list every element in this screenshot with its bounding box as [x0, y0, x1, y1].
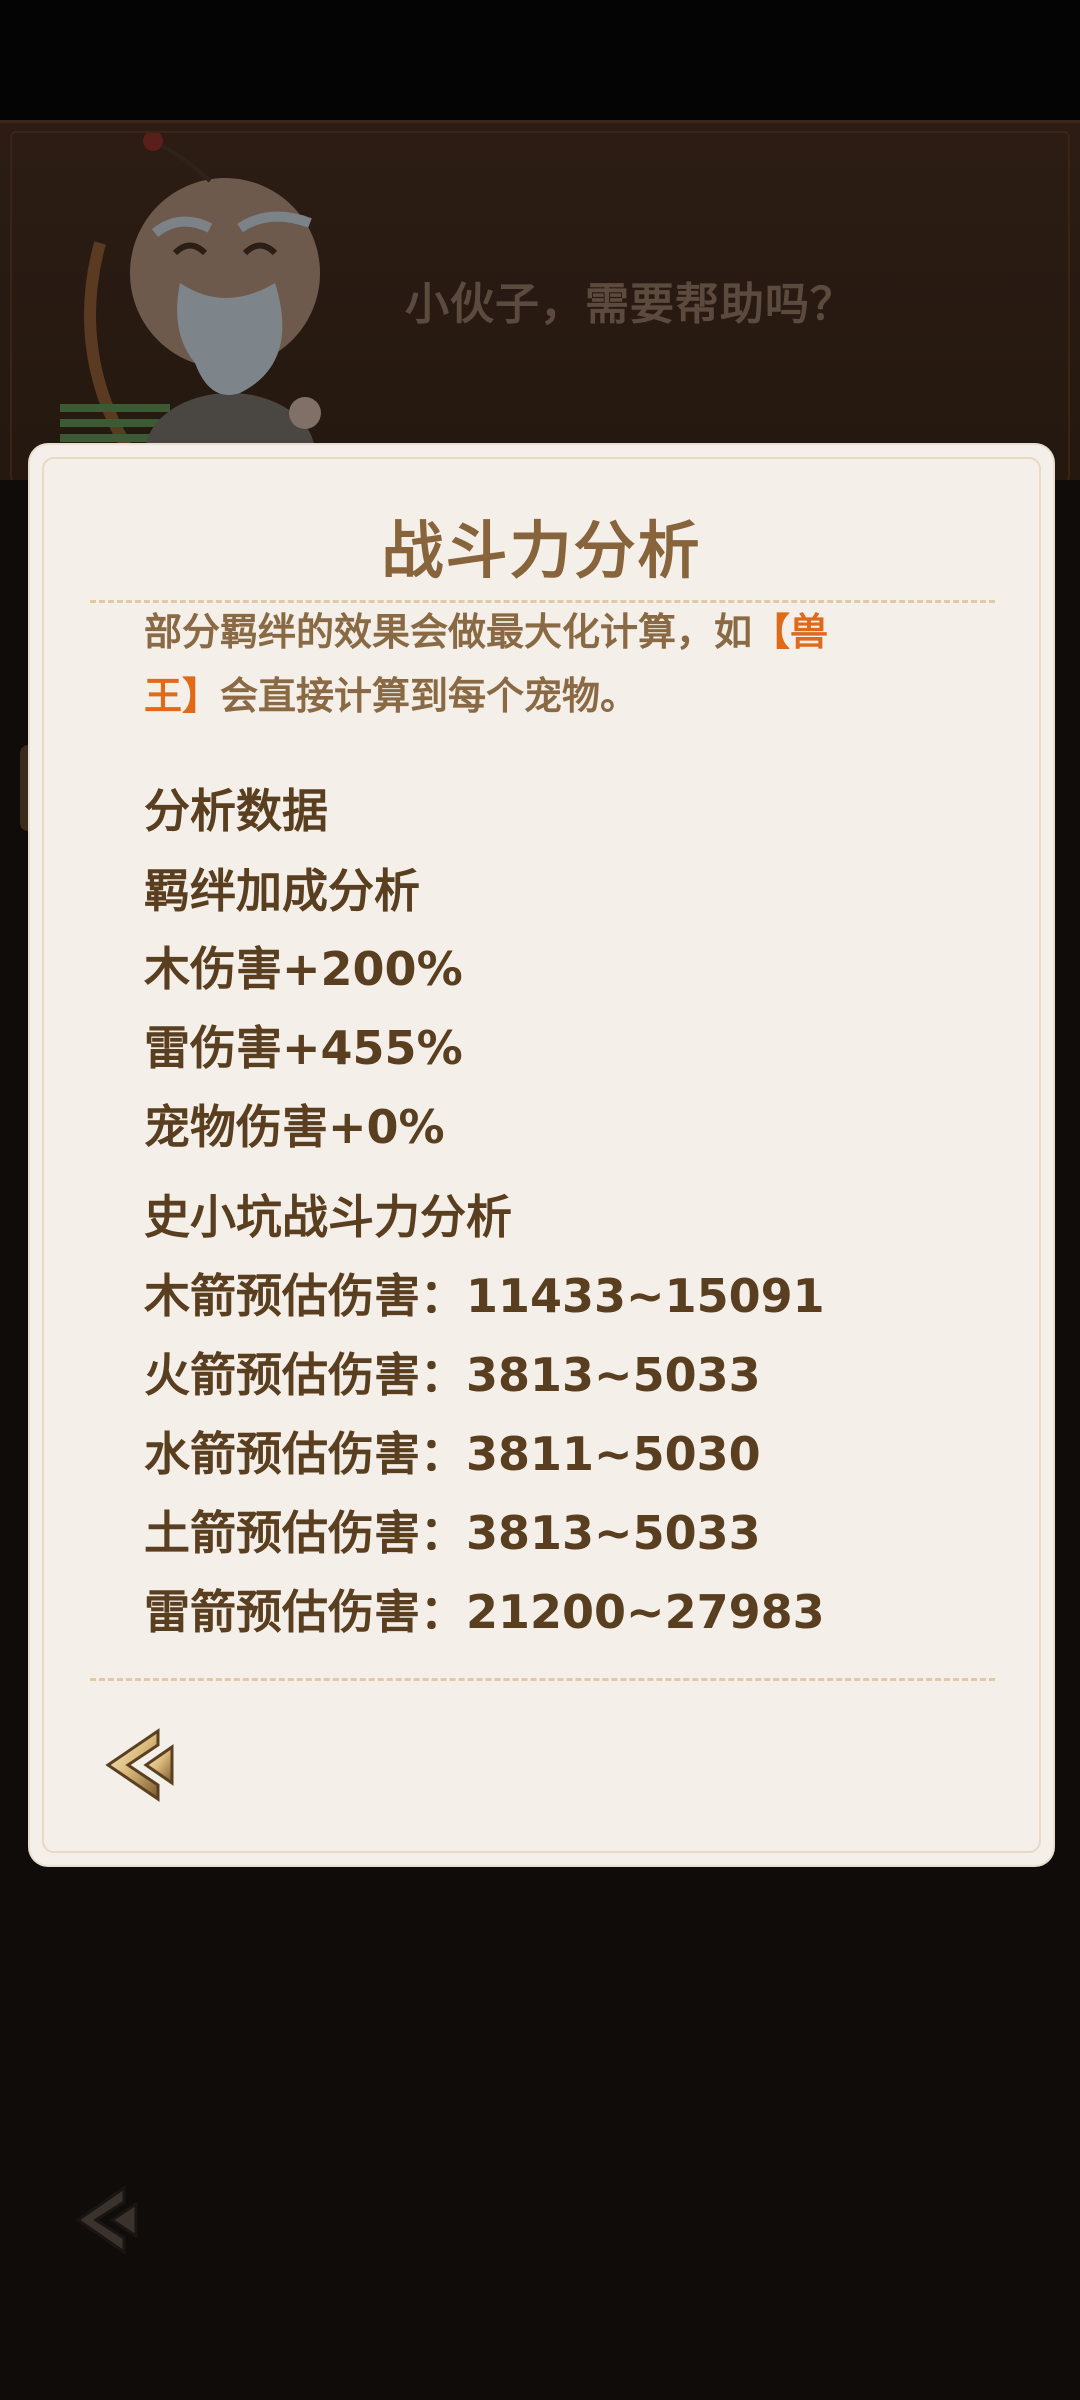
bond-note: 部分羁绊的效果会做最大化计算，如【兽王】会直接计算到每个宠物。 — [144, 600, 964, 728]
damage-row: 木箭预估伤害：11433~15091 — [144, 1269, 825, 1323]
status-bar — [0, 0, 1080, 120]
dialog-title: 战斗力分析 — [381, 514, 702, 587]
npc-speech-text: 小伙子，需要帮助吗？ — [405, 279, 855, 330]
damage-row: 火箭预估伤害：3813~5033 — [144, 1348, 761, 1402]
damage-row: 雷箭预估伤害：21200~27983 — [144, 1585, 825, 1639]
damage-row: 土箭预估伤害：3813~5033 — [144, 1506, 761, 1560]
screen: 小伙子，需要帮助吗？ 战斗力分析 部分羁绊的效果会做最大化计算，如【兽王】会直接… — [0, 0, 1080, 2400]
npc-header: 小伙子，需要帮助吗？ — [0, 120, 1080, 483]
bond-row: 雷伤害+455% — [144, 1021, 463, 1075]
note-prefix: 部分羁绊的效果会做最大化计算，如 — [144, 610, 753, 654]
combat-analysis-dialog: 战斗力分析 部分羁绊的效果会做最大化计算，如【兽王】会直接计算到每个宠物。 分析… — [30, 445, 1053, 1865]
damage-row: 水箭预估伤害：3811~5030 — [144, 1427, 761, 1481]
double-chevron-left-icon[interactable] — [100, 1725, 176, 1805]
character-analysis-title: 史小坑战斗力分析 — [144, 1190, 512, 1244]
divider-bottom — [90, 1678, 995, 1681]
bottom-back-chevron-icon[interactable] — [70, 2180, 140, 2260]
note-highlight-end: 王】 — [144, 674, 221, 718]
bond-row: 宠物伤害+0% — [144, 1100, 445, 1154]
npc-avatar — [60, 131, 321, 483]
note-highlight-start: 【兽 — [752, 610, 829, 654]
bond-bonus-title: 羁绊加成分析 — [144, 864, 420, 918]
note-suffix: 会直接计算到每个宠物。 — [220, 674, 639, 718]
section-title-analysis-data: 分析数据 — [144, 784, 328, 838]
bond-row: 木伤害+200% — [144, 942, 463, 996]
